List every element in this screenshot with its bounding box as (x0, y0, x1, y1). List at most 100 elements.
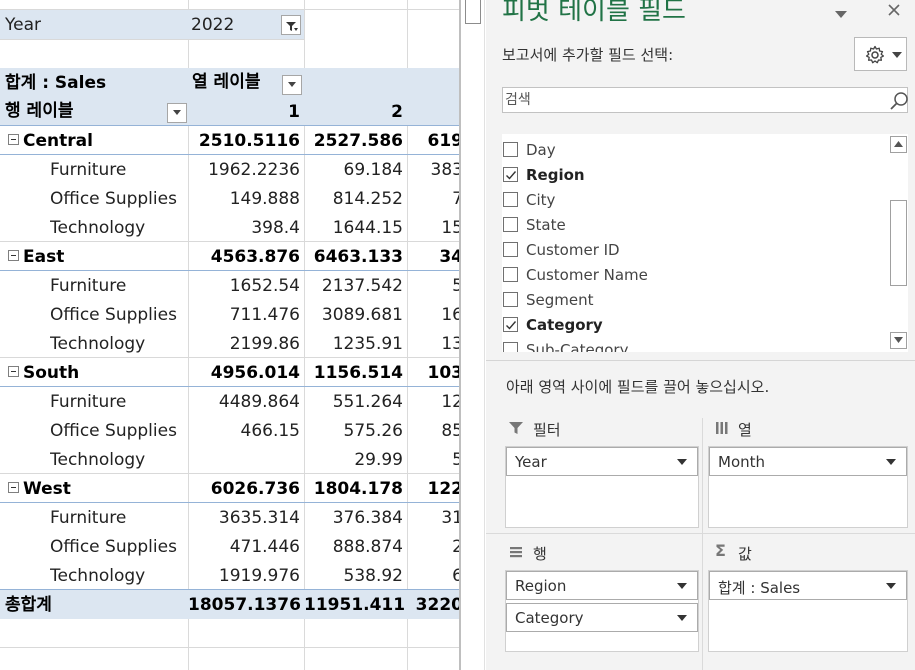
item-row: Furniture 4489.864 551.264 12 (0, 387, 459, 416)
column-labels-dropdown[interactable] (282, 75, 302, 95)
scroll-thumb[interactable] (890, 200, 907, 286)
value-cell: 2137.542 (321, 276, 403, 296)
chip-label: 합계 : Sales (718, 579, 801, 597)
filters-area[interactable]: Year (505, 446, 699, 528)
value-cell: 1962.2236 (208, 160, 300, 180)
grand-total-label: 총합계 (5, 595, 52, 615)
empty-row (0, 619, 459, 648)
column-key: 1 (288, 102, 300, 122)
column-labels-header: 열 레이블 (192, 72, 261, 92)
value-cell (188, 446, 304, 475)
rows-area[interactable]: Region Category (505, 570, 699, 652)
panel-separator (486, 360, 915, 361)
row-labels-header-row: 행 레이블 1 2 (0, 97, 459, 126)
columns-field-month[interactable]: Month (709, 447, 907, 476)
field-item-sub-category[interactable]: Sub-Category (502, 337, 886, 352)
grand-total-cell: 18057.1376 (188, 595, 301, 615)
collapse-minus-icon[interactable] (8, 249, 19, 261)
item-label: Office Supplies (50, 189, 177, 209)
sigma-icon: Σ (715, 541, 726, 560)
value-cell: 575.26 (343, 421, 403, 441)
columns-area[interactable]: Month (708, 446, 908, 528)
field-checkbox[interactable] (503, 192, 518, 207)
field-checkbox[interactable] (503, 142, 518, 157)
values-field-sum-sales[interactable]: 합계 : Sales (709, 571, 907, 600)
value-cell: 398.4 (251, 218, 300, 238)
settings-button[interactable] (854, 37, 907, 71)
group-total-cell: 1156.514 (313, 363, 403, 383)
group-total-cell: 34 (439, 247, 459, 267)
filter-dropdown-button[interactable] (281, 15, 301, 35)
field-item-customer-name[interactable]: Customer Name (502, 262, 886, 287)
rows-field-region[interactable]: Region (506, 571, 698, 600)
field-item-segment[interactable]: Segment (502, 287, 886, 312)
columns-icon (716, 422, 728, 434)
item-label: Office Supplies (50, 305, 177, 325)
empty-row (0, 648, 459, 670)
item-label: Furniture (50, 508, 127, 528)
values-area-title: 값 (738, 545, 752, 563)
field-checkbox[interactable] (503, 217, 518, 232)
filters-field-year[interactable]: Year (506, 447, 698, 476)
field-list-scrollbar[interactable] (888, 134, 908, 352)
panel-menu-button[interactable] (834, 5, 850, 18)
rows-field-category[interactable]: Category (506, 603, 698, 632)
field-checkbox[interactable] (503, 317, 518, 332)
group-total-cell: 4956.014 (210, 363, 300, 383)
value-cell: 7 (452, 189, 459, 209)
group-row: Central 2510.5116 2527.586 619 (0, 126, 459, 155)
group-total-cell: 122 (427, 479, 460, 499)
dropdown-arrow-icon (886, 459, 896, 465)
value-cell: 466.15 (240, 421, 300, 441)
values-area[interactable]: 합계 : Sales (708, 570, 908, 652)
group-total-cell: 6463.133 (313, 247, 403, 267)
collapse-minus-icon[interactable] (8, 365, 19, 377)
row-labels-dropdown[interactable] (167, 103, 187, 123)
item-row: Furniture 1962.2236 69.184 383 (0, 155, 459, 184)
field-item-category[interactable]: Category (502, 312, 886, 337)
group-row: South 4956.014 1156.514 103 (0, 358, 459, 387)
value-cell: 551.264 (332, 392, 403, 412)
item-row: Office Supplies 466.15 575.26 85 (0, 416, 459, 445)
scroll-up-button[interactable] (890, 136, 907, 153)
dropdown-arrow-icon (677, 459, 687, 465)
field-item-day[interactable]: Day (502, 137, 886, 162)
field-checkbox[interactable] (503, 267, 518, 282)
rows-area-title: 행 (533, 545, 547, 563)
field-label: Category (526, 316, 603, 334)
field-checkbox[interactable] (503, 242, 518, 257)
checkmark-icon (506, 321, 517, 330)
field-item-customer-id[interactable]: Customer ID (502, 237, 886, 262)
item-label: Technology (50, 566, 146, 586)
scroll-up-icon (894, 141, 903, 147)
group-total-cell: 619 (427, 131, 460, 151)
collapse-minus-icon[interactable] (8, 481, 19, 493)
field-item-state[interactable]: State (502, 212, 886, 237)
item-label: Technology (50, 450, 146, 470)
collapse-minus-icon[interactable] (8, 133, 19, 145)
side-stub (461, 0, 485, 670)
field-item-city[interactable]: City (502, 187, 886, 212)
scroll-down-button[interactable] (890, 332, 907, 349)
value-cell: 1919.976 (218, 566, 300, 586)
empty-row (0, 40, 459, 69)
close-button[interactable] (886, 2, 902, 18)
field-checkbox[interactable] (503, 167, 518, 182)
row-labels-header: 행 레이블 (5, 101, 74, 121)
field-label: Customer ID (526, 241, 620, 259)
search-input[interactable] (503, 88, 883, 112)
search-icon[interactable] (889, 91, 909, 111)
value-cell: 814.252 (332, 189, 403, 209)
field-item-region[interactable]: Region (502, 162, 886, 187)
chip-label: Month (718, 453, 766, 471)
rows-icon (510, 547, 522, 558)
field-checkbox[interactable] (503, 292, 518, 307)
value-cell: 2 (452, 537, 459, 557)
value-cell: 4489.864 (218, 392, 300, 412)
field-checkbox[interactable] (503, 342, 518, 352)
values-field-label: 합계 : Sales (5, 73, 107, 93)
value-cell: 2199.86 (229, 334, 300, 354)
item-row: Office Supplies 149.888 814.252 7 (0, 184, 459, 213)
areas-separator (486, 533, 915, 534)
group-name: East (23, 247, 65, 267)
